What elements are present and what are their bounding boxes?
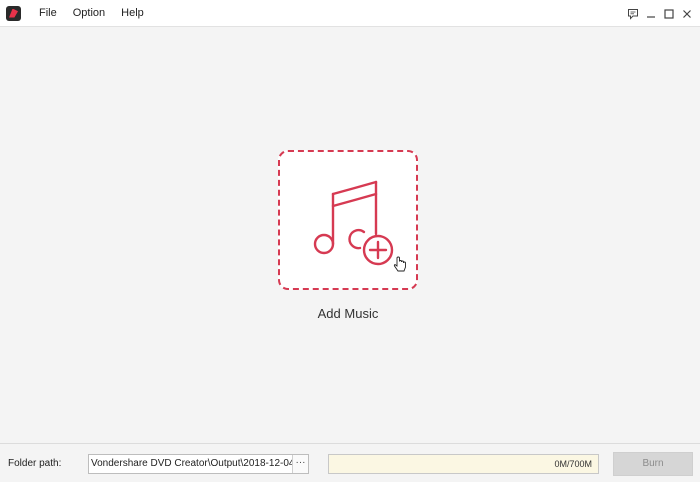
menu-help[interactable]: Help [113, 0, 152, 27]
folder-path-label: Folder path: [8, 458, 62, 469]
disc-capacity-text: 0M/700M [554, 459, 592, 469]
menu-file[interactable]: File [31, 0, 65, 27]
add-music-drop-zone[interactable] [278, 150, 418, 290]
close-icon[interactable] [680, 7, 694, 21]
burn-button[interactable]: Burn [613, 452, 693, 476]
browse-folder-button[interactable]: ··· [292, 455, 308, 473]
minimize-icon[interactable] [644, 7, 658, 21]
disc-capacity-bar: 0M/700M [328, 454, 599, 474]
add-music-label[interactable]: Add Music [278, 306, 418, 321]
bottom-bar: Folder path: Vondershare DVD Creator\Out… [0, 443, 700, 482]
app-window: File Option Help Add Music Folder path: … [0, 0, 700, 482]
title-bar: File Option Help [0, 0, 700, 27]
menu-option[interactable]: Option [65, 0, 113, 27]
app-logo-icon [6, 5, 21, 21]
window-controls [626, 0, 694, 27]
feedback-icon[interactable] [626, 7, 640, 21]
music-note-add-icon [313, 180, 406, 272]
folder-path-input[interactable]: Vondershare DVD Creator\Output\2018-12-0… [88, 454, 309, 474]
hand-cursor-icon [393, 256, 406, 272]
maximize-icon[interactable] [662, 7, 676, 21]
